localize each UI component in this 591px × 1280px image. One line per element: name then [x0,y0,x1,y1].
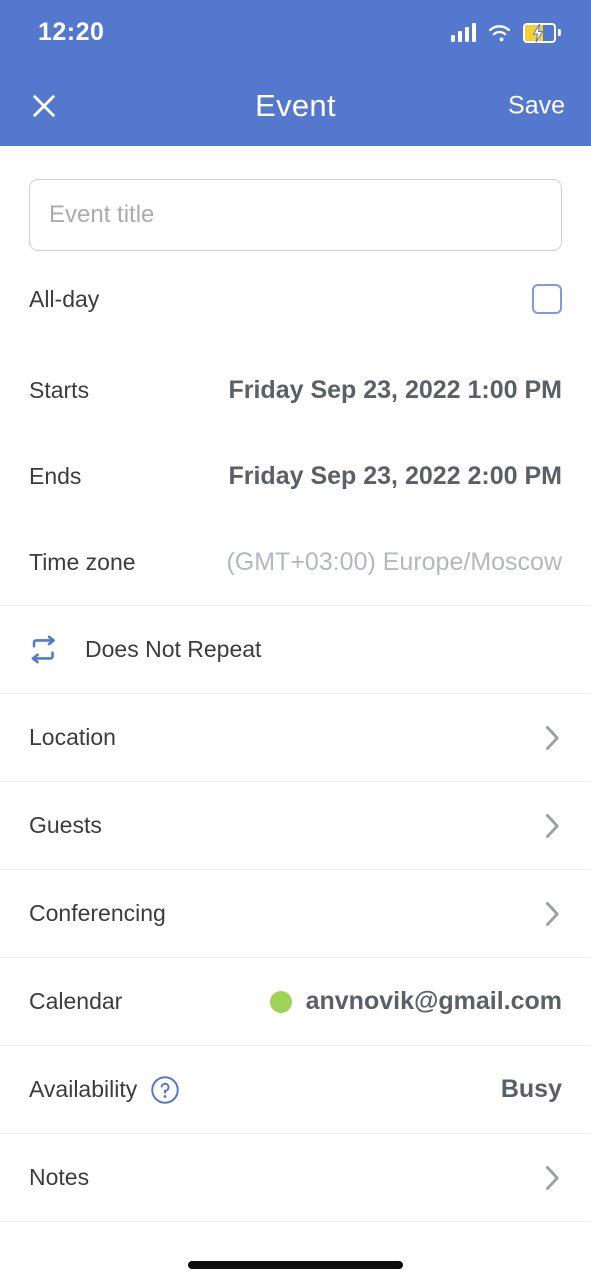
ends-value[interactable]: Friday Sep 23, 2022 2:00 PM [228,462,562,491]
app-bar: Event Save [0,65,591,146]
repeat-label: Does Not Repeat [85,636,262,662]
repeat-row-left: Does Not Repeat [29,634,262,665]
calendar-label: Calendar [29,988,123,1014]
status-bar: 12:20 [0,0,591,65]
ends-row[interactable]: Ends Friday Sep 23, 2022 2:00 PM [29,433,562,519]
close-icon[interactable] [22,84,66,128]
calendar-row[interactable]: Calendar anvnovik@gmail.com [0,958,591,1045]
location-row[interactable]: Location [0,694,591,781]
charging-bolt-icon [532,23,544,42]
starts-row[interactable]: Starts Friday Sep 23, 2022 1:00 PM [29,347,562,433]
chevron-right-icon [542,723,562,753]
all-day-row[interactable]: All-day [29,251,562,347]
event-form: All-day Starts Friday Sep 23, 2022 1:00 … [0,146,591,1250]
home-indicator[interactable] [188,1261,403,1269]
conferencing-label: Conferencing [29,900,166,926]
starts-value[interactable]: Friday Sep 23, 2022 1:00 PM [228,376,562,405]
all-day-checkbox[interactable] [532,284,562,314]
row-divider-notes [0,1221,591,1222]
notes-row[interactable]: Notes [0,1134,591,1221]
signal-bars-icon [450,23,476,42]
calendar-value: anvnovik@gmail.com [305,987,562,1015]
availability-label: Availability [29,1076,138,1102]
event-editor-screen: 12:20 Event Save Event title All-day Sta… [0,0,591,1280]
event-title-field-wrap [0,146,591,251]
chevron-right-icon [542,899,562,929]
repeat-icon [29,634,63,665]
time-zone-row[interactable]: Time zone (GMT+03:00) Europe/Moscow [29,519,562,605]
calendar-value-wrap: anvnovik@gmail.com [269,987,562,1016]
home-indicator-area [0,1250,591,1280]
wifi-icon [487,23,512,42]
notes-label: Notes [29,1164,90,1190]
save-button[interactable]: Save [508,91,565,120]
guests-label: Guests [29,812,102,838]
chevron-right-icon [542,811,562,841]
event-title-input[interactable] [29,179,562,251]
time-zone-value[interactable]: (GMT+03:00) Europe/Moscow [226,548,562,577]
starts-label: Starts [29,376,90,403]
conferencing-row[interactable]: Conferencing [0,870,591,957]
guests-row[interactable]: Guests [0,782,591,869]
schedule-section: All-day Starts Friday Sep 23, 2022 1:00 … [0,251,591,605]
all-day-label: All-day [29,285,100,312]
page-title: Event [255,87,336,123]
battery-charging-icon [523,22,561,43]
calendar-color-dot [269,990,292,1013]
chevron-right-icon [542,1163,562,1193]
repeat-row[interactable]: Does Not Repeat [0,606,591,693]
time-zone-label: Time zone [29,548,136,575]
help-circle-icon[interactable] [150,1075,180,1105]
ends-label: Ends [29,462,82,489]
availability-row[interactable]: Availability Busy [0,1046,591,1133]
location-label: Location [29,724,116,750]
status-bar-icons [450,22,561,43]
availability-left: Availability [29,1075,180,1105]
status-bar-clock: 12:20 [38,18,105,46]
availability-value: Busy [500,1075,562,1103]
